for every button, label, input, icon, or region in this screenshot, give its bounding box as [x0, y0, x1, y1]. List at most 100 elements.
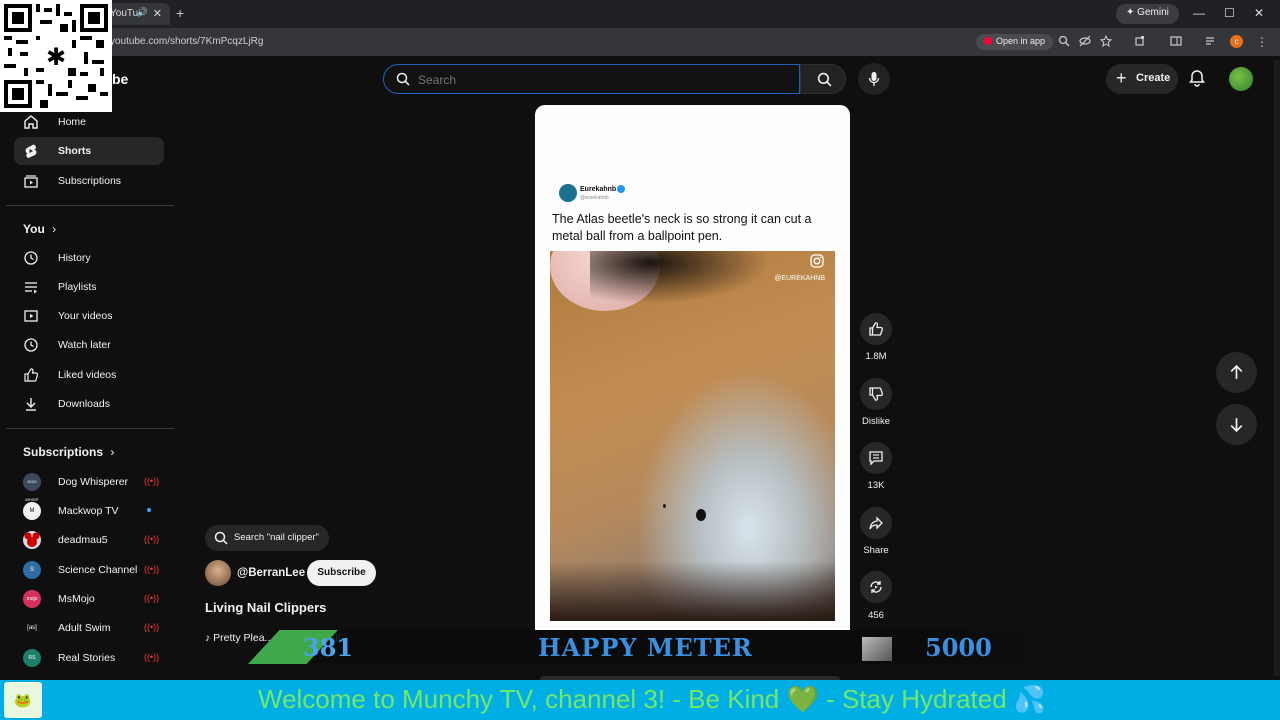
browser-profile-avatar[interactable]: c — [1230, 35, 1243, 48]
sidebar-item-subscriptions[interactable]: Subscriptions — [14, 167, 164, 195]
your-videos-icon — [24, 310, 38, 322]
related-search-chip[interactable]: Search "nail clipper" — [205, 525, 329, 551]
arrow-down-icon — [1230, 418, 1243, 433]
subscription-item-science-channel[interactable]: S Science Channel ((•)) — [14, 557, 164, 583]
sidebar-item-playlists[interactable]: Playlists — [14, 273, 164, 301]
sidebar-item-watch-later[interactable]: Watch later — [14, 331, 164, 359]
subscribe-button[interactable]: Subscribe — [307, 560, 376, 586]
search-button[interactable] — [800, 64, 846, 94]
sidebar-item-your-videos[interactable]: Your videos — [14, 302, 164, 330]
search-input[interactable] — [418, 71, 778, 89]
speaker-icon[interactable]: 🔊 — [137, 7, 148, 18]
maximize-button[interactable]: ☐ — [1224, 6, 1235, 20]
sidebar-item-label: Liked videos — [58, 369, 117, 381]
subscription-item-real-stories[interactable]: RS Real Stories ((•)) — [14, 645, 164, 671]
music-note-icon: ♪ — [205, 632, 214, 644]
subscription-item-mackwop-tv[interactable]: M Mackwop TV — [14, 498, 164, 524]
sidebar-item-shorts[interactable]: Shorts — [14, 137, 164, 165]
youtube-red-dot-icon — [984, 37, 992, 45]
previous-short-button[interactable] — [1216, 352, 1257, 393]
sidebar-item-label: Watch later — [58, 339, 111, 351]
like-button[interactable] — [860, 313, 892, 345]
mau5head-icon — [24, 532, 40, 547]
remix-count: 456 — [868, 610, 884, 621]
playlists-icon — [25, 282, 37, 294]
remix-button[interactable] — [860, 571, 892, 603]
channel-avatar[interactable] — [205, 560, 231, 586]
create-button[interactable]: + Create — [1106, 64, 1178, 94]
media-control-icon[interactable] — [1205, 35, 1217, 47]
video-frame: @EUREKAHNB — [550, 251, 835, 621]
side-panel-icon[interactable] — [1170, 35, 1182, 47]
happy-meter-thumbnail — [862, 637, 892, 661]
search-icon — [214, 531, 228, 545]
subscription-item-deadmau5[interactable]: deadmau5 ((•)) — [14, 527, 164, 553]
channel-logo-icon: 🐸 — [4, 682, 42, 718]
search-icon — [396, 72, 410, 86]
sidebar-item-liked-videos[interactable]: Liked videos — [14, 361, 164, 389]
subscription-item-adult-swim[interactable]: [as] Adult Swim ((•)) — [14, 615, 164, 641]
extensions-icon[interactable] — [1134, 35, 1146, 47]
sidebar-item-label: Subscriptions — [58, 175, 122, 187]
new-tab-button[interactable]: + — [176, 5, 184, 21]
subscription-item-msmojo[interactable]: mojo MsMojo ((•)) — [14, 586, 164, 612]
open-in-app-button[interactable]: Open in app — [976, 34, 1054, 50]
page-scrollbar[interactable] — [1274, 60, 1280, 676]
dislike-button[interactable] — [860, 378, 892, 410]
sidebar-subscriptions-heading[interactable]: Subscriptions › — [23, 445, 114, 459]
sidebar-item-label: Home — [58, 116, 87, 128]
video-title[interactable]: Living Nail Clippers — [205, 600, 326, 615]
sidebar-item-label: Downloads — [58, 398, 110, 410]
microphone-icon — [868, 72, 880, 86]
live-indicator-icon: ((•)) — [144, 652, 160, 662]
tweet-author-name: Eurekahnb — [580, 186, 617, 193]
gemini-button[interactable]: ✦ Gemini — [1116, 4, 1179, 24]
eye-off-icon[interactable] — [1079, 35, 1091, 47]
qr-code-icon: ✱ — [4, 4, 108, 108]
url-field[interactable]: youtube.com/shorts/7KmPcqzLjRg — [110, 36, 263, 47]
comments-button[interactable] — [860, 442, 892, 474]
remix-icon — [870, 581, 882, 593]
channel-name[interactable]: @BerranLee — [237, 567, 305, 579]
tab-close-icon[interactable]: ✕ — [153, 7, 162, 20]
browser-menu-icon[interactable]: ⋮ — [1256, 35, 1268, 49]
minimize-button[interactable]: — — [1193, 6, 1205, 20]
next-short-button[interactable] — [1216, 404, 1257, 445]
voice-search-button[interactable] — [858, 63, 890, 95]
gemini-label: Gemini — [1137, 7, 1169, 18]
metal-ball-speck — [696, 509, 706, 521]
share-button[interactable] — [860, 507, 892, 539]
history-icon — [24, 251, 38, 265]
live-indicator-icon: ((•)) — [144, 622, 160, 632]
you-heading-label: You — [23, 222, 45, 236]
channel-avatar: S — [23, 561, 41, 579]
open-in-app-label: Open in app — [996, 36, 1046, 46]
star-icon[interactable] — [1100, 35, 1112, 47]
tweet-text: The Atlas beetle's neck is so strong it … — [552, 212, 812, 243]
live-indicator-icon: ((•)) — [144, 593, 160, 603]
sidebar-item-home[interactable]: Home — [14, 108, 164, 136]
related-search-label: Search "nail clipper" — [234, 532, 319, 543]
sidebar-item-history[interactable]: History — [14, 244, 164, 272]
video-watermark: @EUREKAHNB — [774, 275, 825, 282]
stream-ticker: 🐸 Welcome to Munchy TV, channel 3! - Be … — [0, 680, 1280, 720]
channel-avatar: mojo — [23, 590, 41, 608]
search-box[interactable] — [383, 64, 800, 94]
user-avatar[interactable] — [1229, 67, 1253, 91]
subscription-label: Adult Swim — [58, 622, 111, 634]
live-indicator-icon: ((•)) — [144, 476, 160, 486]
sidebar-item-downloads[interactable]: Downloads — [14, 390, 164, 418]
shorts-icon — [25, 144, 37, 158]
close-window-button[interactable]: ✕ — [1254, 6, 1264, 20]
youtube-logo[interactable]: be — [112, 71, 128, 87]
subscription-item-dog-whisperer[interactable]: DOG WHISP. Dog Whisperer ((•)) — [14, 469, 164, 502]
subscription-label: Science Channel — [58, 564, 138, 576]
sidebar-you-heading[interactable]: You › — [23, 222, 56, 236]
chevron-right-icon: › — [52, 222, 57, 236]
share-arrow-icon — [869, 516, 883, 530]
subscription-label: MsMojo — [58, 593, 95, 605]
zoom-icon[interactable] — [1058, 35, 1070, 47]
notifications-bell-icon[interactable] — [1188, 69, 1206, 87]
subscription-label: Mackwop TV — [58, 505, 119, 517]
shorts-video-player[interactable]: Eurekahnb @eurekahnb The Atlas beetle's … — [535, 105, 850, 664]
